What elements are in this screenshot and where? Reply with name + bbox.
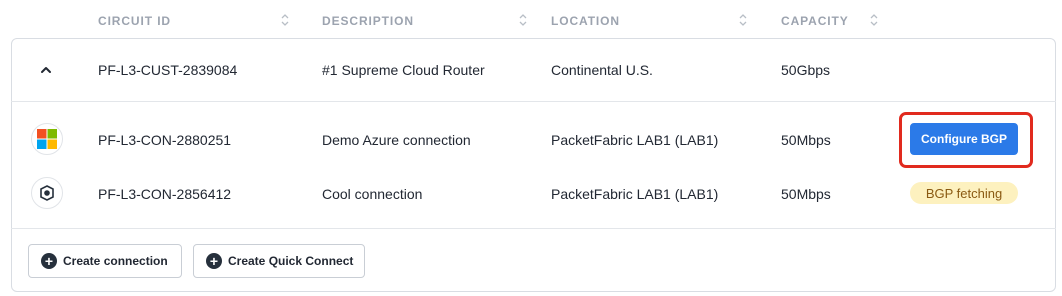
table-header: CIRCUIT ID DESCRIPTION LOCATION CAPACITY (0, 0, 1062, 40)
microsoft-icon (31, 123, 63, 155)
parent-capacity: 50Gbps (781, 62, 831, 78)
location: PacketFabric LAB1 (LAB1) (551, 186, 719, 202)
parent-location: Continental U.S. (551, 62, 653, 78)
create-quick-connect-button[interactable]: + Create Quick Connect (193, 244, 365, 278)
circuit-id: PF-L3-CON-2856412 (98, 186, 232, 202)
parent-circuit-id: PF-L3-CUST-2839084 (98, 62, 238, 78)
plus-circle-icon: + (41, 253, 57, 269)
sort-icon[interactable] (518, 12, 528, 28)
divider (11, 101, 1056, 102)
location: PacketFabric LAB1 (LAB1) (551, 132, 719, 148)
column-header-description[interactable]: DESCRIPTION (322, 14, 414, 28)
sort-icon[interactable] (280, 12, 290, 28)
parent-description: #1 Supreme Cloud Router (322, 62, 485, 78)
packetfabric-icon (31, 177, 63, 209)
capacity: 50Mbps (781, 186, 831, 202)
plus-circle-icon: + (206, 253, 222, 269)
chevron-up-icon[interactable] (38, 64, 54, 76)
sort-icon[interactable] (738, 12, 748, 28)
bgp-status-badge: BGP fetching (910, 182, 1018, 204)
circuit-id: PF-L3-CON-2880251 (98, 132, 232, 148)
divider (11, 228, 1056, 229)
description: Demo Azure connection (322, 132, 471, 148)
column-header-capacity[interactable]: CAPACITY (781, 14, 849, 28)
capacity: 50Mbps (781, 132, 831, 148)
sort-icon[interactable] (869, 12, 879, 28)
column-header-location[interactable]: LOCATION (551, 14, 620, 28)
create-connection-label: Create connection (63, 254, 168, 268)
column-header-circuit-id[interactable]: CIRCUIT ID (98, 14, 171, 28)
create-quick-connect-label: Create Quick Connect (228, 254, 354, 268)
create-connection-button[interactable]: + Create connection (28, 244, 182, 278)
configure-bgp-button[interactable]: Configure BGP (910, 123, 1018, 155)
description: Cool connection (322, 186, 423, 202)
